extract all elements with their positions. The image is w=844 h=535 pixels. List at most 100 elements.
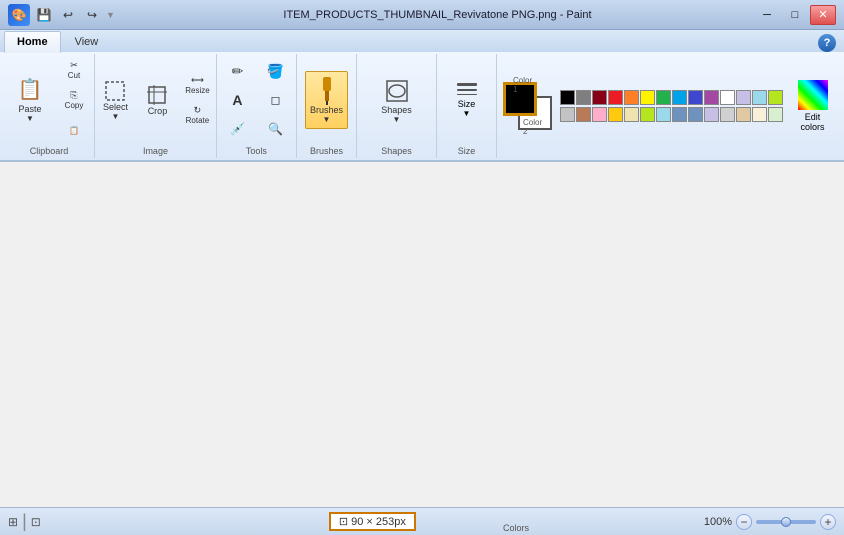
fill-button[interactable]: 🪣 bbox=[257, 57, 293, 85]
swatch-lightyellow[interactable] bbox=[624, 107, 639, 122]
clipboard-side: ✂ Cut ⎘ Copy 📋 bbox=[56, 56, 92, 144]
swatch-steelblue[interactable] bbox=[672, 107, 687, 122]
zoom-out-button[interactable]: − bbox=[736, 514, 752, 530]
size-content: Size ▼ bbox=[449, 56, 485, 144]
color-picker-button[interactable]: 💉 bbox=[219, 115, 255, 143]
text-button[interactable]: A bbox=[219, 86, 255, 114]
swatch-purple[interactable] bbox=[704, 90, 719, 105]
rotate-label: Rotate bbox=[186, 116, 210, 125]
size-label: Size bbox=[458, 99, 476, 109]
shapes-arrow: ▼ bbox=[393, 115, 401, 124]
tools-content: ✏ A 💉 🪣 ◻ 🔍 bbox=[219, 56, 293, 144]
status-center: ⊡ 90 × 253px bbox=[49, 512, 696, 531]
edit-colors-button[interactable]: Edit colors bbox=[791, 77, 834, 135]
brushes-label: Brushes bbox=[310, 105, 343, 115]
zoom-in-button[interactable]: + bbox=[820, 514, 836, 530]
copy-button[interactable]: ⎘ Copy bbox=[56, 86, 92, 114]
swatch-white[interactable] bbox=[720, 90, 735, 105]
select-button[interactable]: Select ▼ bbox=[95, 70, 135, 130]
swatch-tan[interactable] bbox=[736, 107, 751, 122]
tools-label: Tools bbox=[246, 144, 267, 156]
image-group: Select ▼ Crop ⟷ Resize bbox=[95, 54, 217, 158]
swatch-skyblue[interactable] bbox=[656, 107, 671, 122]
resize-label: Resize bbox=[185, 86, 209, 95]
swatch-red[interactable] bbox=[608, 90, 623, 105]
swatch-lightgray[interactable] bbox=[560, 107, 575, 122]
magnifier-button[interactable]: 🔍 bbox=[257, 115, 293, 143]
close-button[interactable]: ✕ bbox=[810, 5, 836, 25]
zoom-level: 100% bbox=[704, 516, 732, 528]
size-button[interactable]: Size ▼ bbox=[449, 80, 485, 121]
cut-button[interactable]: ✂ Cut bbox=[56, 56, 92, 84]
resize-button[interactable]: ⟷ Resize bbox=[179, 71, 215, 99]
size-arrow: ▼ bbox=[463, 109, 471, 118]
crop-button[interactable]: Crop bbox=[137, 70, 177, 130]
tab-view[interactable]: View bbox=[62, 31, 112, 52]
zoom-slider[interactable] bbox=[756, 520, 816, 524]
clipboard-label: Clipboard bbox=[30, 144, 69, 156]
swatch-periwinkle[interactable] bbox=[688, 107, 703, 122]
swatch-violet[interactable] bbox=[704, 107, 719, 122]
edit-colors-label: Edit colors bbox=[794, 112, 831, 132]
tab-home[interactable]: Home bbox=[4, 31, 61, 53]
swatch-cream[interactable] bbox=[752, 107, 767, 122]
color-gradient-icon bbox=[798, 80, 828, 110]
brushes-content: Brushes ▼ bbox=[305, 56, 348, 144]
paste-special-button[interactable]: 📋 bbox=[56, 116, 92, 144]
swatch-black[interactable] bbox=[560, 90, 575, 105]
color-swatches-container bbox=[560, 90, 783, 122]
status-bar: ⊞ | ⊡ ⊡ 90 × 253px 100% − + bbox=[0, 507, 844, 535]
pencil-button[interactable]: ✏ bbox=[219, 57, 255, 85]
paste-button[interactable]: 📋 Paste ▼ bbox=[6, 70, 54, 130]
main-content: Home View ? 📋 Paste ▼ ✂ Cut ⎘ bbox=[0, 30, 844, 535]
image-label: Image bbox=[143, 144, 168, 156]
copy-icon: ⎘ bbox=[70, 90, 77, 101]
title-bar: 🎨 💾 ↩ ↪ ▼ ITEM_PRODUCTS_THUMBNAIL_Reviva… bbox=[0, 0, 844, 30]
ribbon: 📋 Paste ▼ ✂ Cut ⎘ Copy 📋 bbox=[0, 52, 844, 162]
select-icon-container bbox=[104, 80, 126, 102]
color2-label: Color2 bbox=[523, 118, 542, 136]
status-left: ⊞ | ⊡ bbox=[8, 511, 41, 532]
redo-button[interactable]: ↪ bbox=[82, 5, 102, 25]
ribbon-tabs: Home View ? bbox=[0, 30, 844, 52]
swatch-silver[interactable] bbox=[720, 107, 735, 122]
color-row-2 bbox=[560, 107, 783, 122]
cut-label: Cut bbox=[68, 71, 80, 80]
swatch-lime[interactable] bbox=[640, 107, 655, 122]
swatch-cyan[interactable] bbox=[672, 90, 687, 105]
brushes-button[interactable]: Brushes ▼ bbox=[305, 71, 348, 129]
shapes-button[interactable]: Shapes ▼ bbox=[376, 71, 417, 129]
colors-label: Colors bbox=[503, 521, 529, 533]
swatch-orange[interactable] bbox=[624, 90, 639, 105]
select-label: Select bbox=[103, 102, 128, 112]
help-button[interactable]: ? bbox=[818, 34, 836, 52]
swatch-lightblue[interactable] bbox=[752, 90, 767, 105]
minimize-button[interactable]: ─ bbox=[754, 5, 780, 25]
swatch-green[interactable] bbox=[656, 90, 671, 105]
swatch-brown[interactable] bbox=[576, 107, 591, 122]
swatch-palegreen[interactable] bbox=[768, 107, 783, 122]
swatch-pink[interactable] bbox=[592, 107, 607, 122]
paint-logo[interactable]: 🎨 bbox=[8, 4, 30, 26]
maximize-button[interactable]: □ bbox=[782, 5, 808, 25]
undo-button[interactable]: ↩ bbox=[58, 5, 78, 25]
swatch-gray[interactable] bbox=[576, 90, 591, 105]
paste-arrow: ▼ bbox=[26, 114, 34, 123]
swatch-blue[interactable] bbox=[688, 90, 703, 105]
swatch-yellow[interactable] bbox=[640, 90, 655, 105]
brushes-label-group: Brushes bbox=[310, 144, 343, 156]
status-dimensions: ⊡ 90 × 253px bbox=[329, 512, 416, 531]
swatch-darkred[interactable] bbox=[592, 90, 607, 105]
rotate-icon: ↻ bbox=[194, 105, 202, 116]
cut-icon: ✂ bbox=[70, 60, 78, 71]
rotate-button[interactable]: ↻ Rotate bbox=[179, 101, 215, 129]
save-button[interactable]: 💾 bbox=[34, 5, 54, 25]
status-left-icon: ⊞ bbox=[8, 515, 18, 529]
swatch-lightgreen[interactable] bbox=[768, 90, 783, 105]
eraser-button[interactable]: ◻ bbox=[257, 86, 293, 114]
tools-col-2: 🪣 ◻ 🔍 bbox=[257, 57, 293, 143]
swatch-lavender[interactable] bbox=[736, 90, 751, 105]
swatch-gold[interactable] bbox=[608, 107, 623, 122]
size-group: Size ▼ Size bbox=[437, 54, 497, 158]
quick-access-toolbar: 💾 ↩ ↪ ▼ bbox=[34, 5, 115, 25]
